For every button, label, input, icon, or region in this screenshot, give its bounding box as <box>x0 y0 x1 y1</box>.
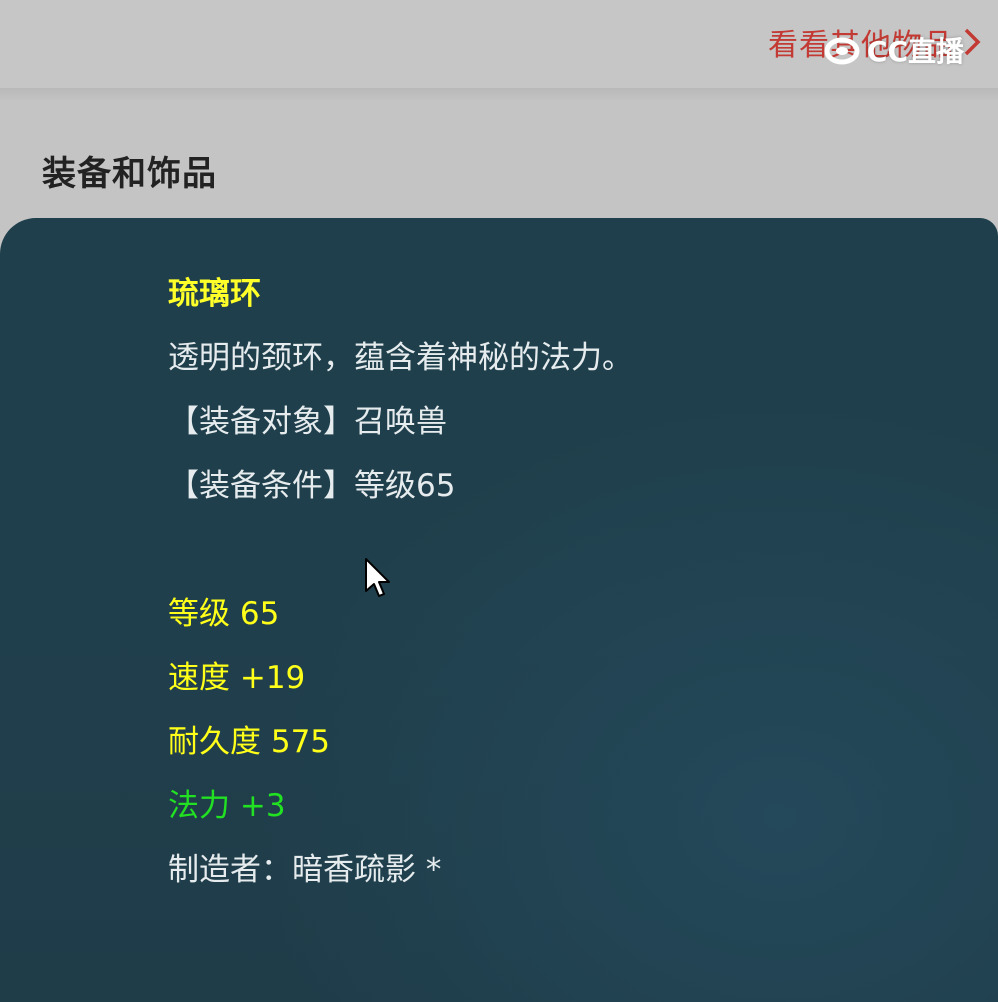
cc-live-watermark: CC直播 <box>823 30 964 70</box>
stat-level: 等级 65 <box>168 596 280 632</box>
mouse-cursor-icon <box>365 558 390 597</box>
item-equip-condition: 【装备条件】等级65 <box>168 468 456 504</box>
stat-magic: 法力 +3 <box>168 788 286 824</box>
item-equip-target: 【装备对象】召唤兽 <box>168 404 447 440</box>
tooltip-spacer <box>168 518 888 582</box>
watermark-text: CC直播 <box>866 35 964 68</box>
stat-speed: 速度 +19 <box>168 660 306 696</box>
item-tooltip: 琉璃环 透明的颈环，蕴含着神秘的法力。 【装备对象】召唤兽 【装备条件】等级65… <box>168 262 888 902</box>
item-name: 琉璃环 <box>168 276 261 312</box>
item-maker: 制造者：暗香疏影 * <box>168 852 442 888</box>
item-description: 透明的颈环，蕴含着神秘的法力。 <box>168 340 633 376</box>
cc-logo-icon <box>824 37 860 65</box>
top-divider <box>0 88 998 100</box>
section-title: 装备和饰品 <box>42 154 217 194</box>
stat-durability: 耐久度 575 <box>168 724 331 760</box>
